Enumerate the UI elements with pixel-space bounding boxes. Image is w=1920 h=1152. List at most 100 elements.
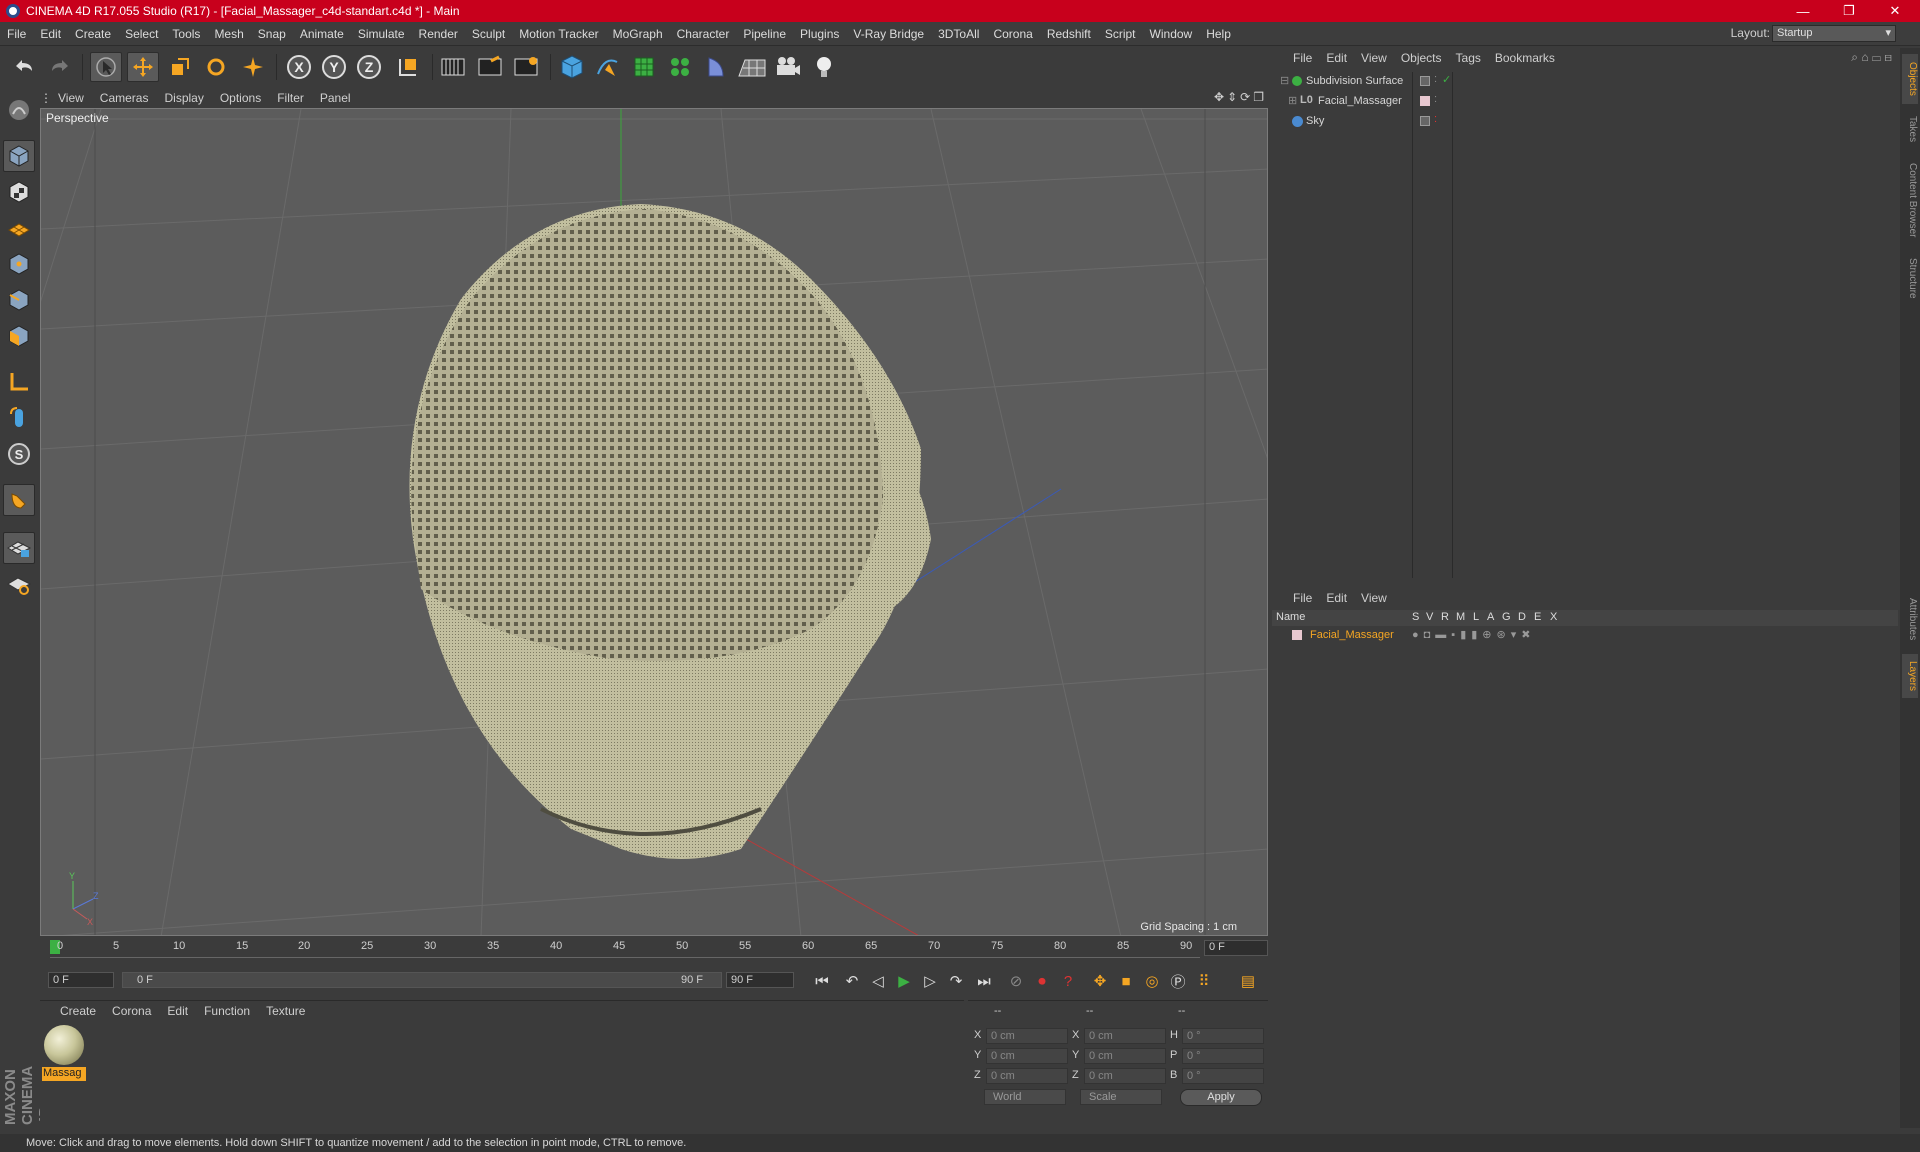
move-icon[interactable] bbox=[127, 52, 159, 82]
key-rotation-icon[interactable]: ◎ bbox=[1140, 969, 1164, 993]
make-editable-icon[interactable] bbox=[3, 94, 35, 126]
workplane-icon[interactable] bbox=[3, 212, 35, 244]
apply-button[interactable]: Apply bbox=[1180, 1089, 1262, 1106]
select-arrow-icon[interactable] bbox=[90, 52, 122, 82]
current-frame-field[interactable]: 0 F bbox=[1204, 940, 1268, 956]
material-menu-corona[interactable]: Corona bbox=[104, 1004, 159, 1018]
size-z-field[interactable]: 0 cm bbox=[1084, 1068, 1166, 1084]
material-preview-swatch[interactable] bbox=[44, 1025, 84, 1065]
objects-menu-bookmarks[interactable]: Bookmarks bbox=[1488, 51, 1562, 65]
texture-mode-icon[interactable] bbox=[3, 176, 35, 208]
toggle-view-icon[interactable]: ❐ bbox=[1253, 90, 1264, 104]
menu-corona[interactable]: Corona bbox=[986, 27, 1039, 41]
object-row-sky[interactable]: Sky : bbox=[1272, 113, 1898, 131]
tweak-icon[interactable] bbox=[3, 402, 35, 434]
menu-file[interactable]: File bbox=[0, 27, 33, 41]
play-icon[interactable]: ▶ bbox=[892, 969, 916, 993]
position-x-field[interactable]: 0 cm bbox=[986, 1028, 1068, 1044]
material-name-label[interactable]: Massag bbox=[42, 1067, 86, 1081]
end-frame-field[interactable]: 90 F bbox=[726, 972, 794, 988]
keyframe-selection-icon[interactable]: ? bbox=[1056, 969, 1080, 993]
layers-menu-edit[interactable]: Edit bbox=[1319, 591, 1354, 605]
object-row-facial-massager[interactable]: ⊞ L0 Facial_Massager : bbox=[1272, 93, 1898, 111]
key-parameter-icon[interactable]: Ⓟ bbox=[1166, 969, 1190, 993]
position-y-field[interactable]: 0 cm bbox=[986, 1048, 1068, 1064]
viewport-menu-options[interactable]: Options bbox=[212, 91, 269, 105]
maximize-button[interactable]: ❐ bbox=[1826, 0, 1872, 22]
snap-icon[interactable]: S bbox=[3, 438, 35, 470]
timeline-ruler[interactable]: 0 5 10 15 20 25 30 35 40 45 50 55 60 65 … bbox=[40, 938, 1268, 960]
menu-select[interactable]: Select bbox=[118, 27, 165, 41]
workplane-grid-icon[interactable] bbox=[3, 568, 35, 600]
rotate-icon[interactable] bbox=[200, 52, 232, 82]
viewport-menu-cameras[interactable]: Cameras bbox=[92, 91, 157, 105]
menu-sculpt[interactable]: Sculpt bbox=[465, 27, 512, 41]
objects-menu-edit[interactable]: Edit bbox=[1319, 51, 1354, 65]
layer-color-swatch[interactable] bbox=[1420, 96, 1430, 106]
cube-icon[interactable] bbox=[556, 52, 588, 82]
orbit-view-icon[interactable]: ⟳ bbox=[1240, 90, 1250, 104]
z-axis-icon[interactable]: Z bbox=[353, 52, 385, 82]
timeline-window-icon[interactable]: ▤ bbox=[1236, 969, 1260, 993]
menu-create[interactable]: Create bbox=[68, 27, 118, 41]
menu-edit[interactable]: Edit bbox=[33, 27, 68, 41]
menu-redshift[interactable]: Redshift bbox=[1040, 27, 1098, 41]
tab-content-browser[interactable]: Content Browser bbox=[1902, 154, 1918, 246]
objects-menu-view[interactable]: View bbox=[1354, 51, 1394, 65]
floor-icon[interactable] bbox=[736, 52, 768, 82]
lock-workplane-icon[interactable] bbox=[3, 532, 35, 564]
material-menu-create[interactable]: Create bbox=[52, 1004, 104, 1018]
tab-takes[interactable]: Takes bbox=[1902, 108, 1918, 150]
objects-menu-file[interactable]: File bbox=[1286, 51, 1319, 65]
menu-pipeline[interactable]: Pipeline bbox=[736, 27, 793, 41]
pan-view-icon[interactable]: ✥ bbox=[1214, 90, 1224, 104]
material-menu-texture[interactable]: Texture bbox=[258, 1004, 313, 1018]
rotation-b-field[interactable]: 0 ° bbox=[1182, 1068, 1264, 1084]
rotation-p-field[interactable]: 0 ° bbox=[1182, 1048, 1264, 1064]
minimize-button[interactable]: — bbox=[1780, 0, 1826, 22]
enabled-check-icon[interactable]: ✓ bbox=[1442, 73, 1451, 86]
size-y-field[interactable]: 0 cm bbox=[1084, 1048, 1166, 1064]
viewport-menu-display[interactable]: Display bbox=[156, 91, 211, 105]
go-to-end-icon[interactable]: ⏭ bbox=[972, 969, 996, 993]
tab-attributes[interactable]: Attributes bbox=[1902, 588, 1918, 650]
object-name[interactable]: Subdivision Surface bbox=[1306, 75, 1403, 87]
layout-select[interactable]: Startup ▾ bbox=[1772, 25, 1896, 42]
object-name[interactable]: Facial_Massager bbox=[1318, 95, 1402, 107]
key-pla-icon[interactable]: ⠿ bbox=[1192, 969, 1216, 993]
record-keys-icon[interactable]: ⊘ bbox=[1004, 969, 1028, 993]
scale-icon[interactable] bbox=[164, 52, 196, 82]
tab-structure[interactable]: Structure bbox=[1902, 250, 1918, 306]
menu-mesh[interactable]: Mesh bbox=[207, 27, 250, 41]
menu-vray-bridge[interactable]: V-Ray Bridge bbox=[846, 27, 931, 41]
edges-mode-icon[interactable] bbox=[3, 284, 35, 316]
menu-script[interactable]: Script bbox=[1098, 27, 1143, 41]
visibility-dots-icon[interactable]: : bbox=[1434, 73, 1437, 85]
layers-menu-view[interactable]: View bbox=[1354, 591, 1394, 605]
last-tool-icon[interactable] bbox=[237, 52, 269, 82]
menu-plugins[interactable]: Plugins bbox=[793, 27, 846, 41]
close-button[interactable]: ✕ bbox=[1872, 0, 1918, 22]
search-icon[interactable]: ⌕ ⌂ ▭ ⊟ bbox=[1851, 50, 1892, 65]
deformer-icon[interactable] bbox=[700, 52, 732, 82]
points-mode-icon[interactable] bbox=[3, 248, 35, 280]
y-axis-icon[interactable]: Y bbox=[318, 52, 350, 82]
start-frame-field[interactable]: 0 F bbox=[48, 972, 114, 988]
menu-3dtoall[interactable]: 3DToAll bbox=[931, 27, 986, 41]
dolly-view-icon[interactable]: ⇕ bbox=[1227, 90, 1237, 104]
layer-toggle-icons[interactable]: ●◘▬▪▮▮⊕⊛▾✖ bbox=[1412, 628, 1535, 641]
visibility-dots-icon[interactable]: : bbox=[1434, 113, 1437, 125]
next-frame-icon[interactable]: ▷ bbox=[918, 969, 942, 993]
preview-range-slider[interactable]: 0 F 90 F bbox=[122, 972, 722, 988]
light-icon[interactable] bbox=[808, 52, 840, 82]
layers-menu-file[interactable]: File bbox=[1286, 591, 1319, 605]
menu-window[interactable]: Window bbox=[1143, 27, 1200, 41]
material-menu-function[interactable]: Function bbox=[196, 1004, 258, 1018]
redo-icon[interactable] bbox=[44, 52, 76, 82]
size-x-field[interactable]: 0 cm bbox=[1084, 1028, 1166, 1044]
menu-motion-tracker[interactable]: Motion Tracker bbox=[512, 27, 605, 41]
previous-frame-icon[interactable]: ◁ bbox=[866, 969, 890, 993]
model-mode-icon[interactable] bbox=[3, 140, 35, 172]
render-picture-viewer-icon[interactable] bbox=[474, 52, 506, 82]
coord-mode-dropdown[interactable]: World bbox=[984, 1089, 1066, 1105]
